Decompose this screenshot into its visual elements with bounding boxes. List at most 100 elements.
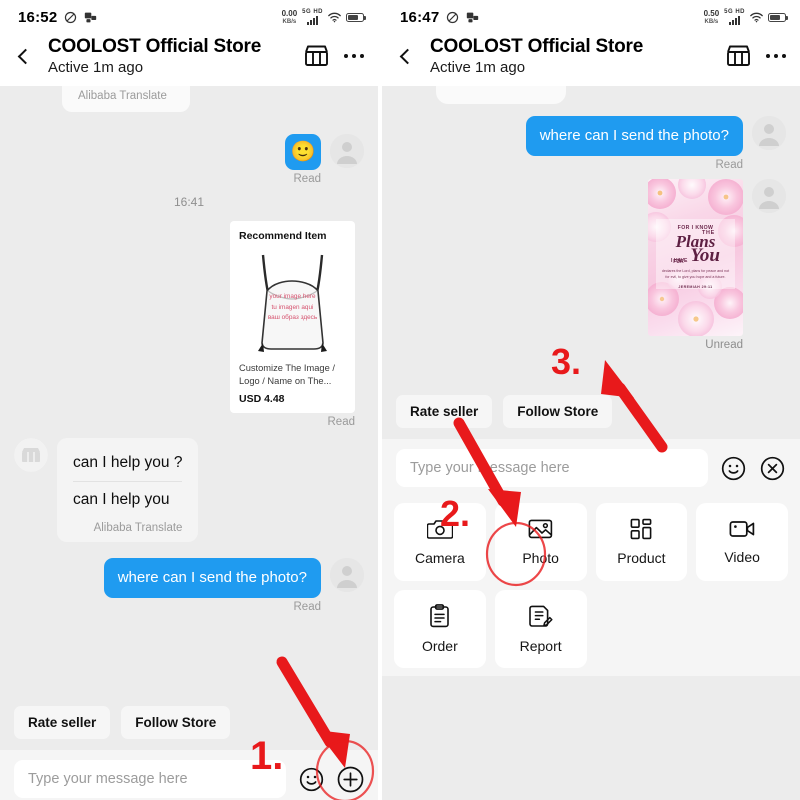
attachment-label: Photo	[522, 550, 559, 566]
video-attachment-button[interactable]: Video	[696, 503, 788, 581]
translate-label: Alibaba Translate	[78, 90, 167, 102]
follow-store-button[interactable]: Follow Store	[121, 706, 231, 739]
status-bar-left: 16:47	[400, 9, 479, 26]
read-status: Read	[327, 415, 356, 428]
user-message[interactable]: where can I send the photo? Read	[525, 116, 743, 171]
message-row-emoji: 🙂 Read	[0, 134, 378, 185]
product-image: your image here tu imagen aqui ваш образ…	[239, 245, 346, 357]
read-status: Read	[293, 600, 322, 613]
store-icon[interactable]	[303, 44, 330, 68]
attachment-label: Video	[724, 549, 760, 565]
plus-circle-icon[interactable]	[337, 766, 364, 793]
message-row-user-text: where can I send the photo? Read	[382, 116, 800, 171]
user-text-bubble: where can I send the photo?	[103, 557, 321, 598]
close-circle-icon[interactable]	[759, 455, 786, 482]
message-row-product: Recommend Item your image here tu imagen…	[0, 221, 378, 428]
header-titles: COOLOST Official Store Active 1m ago	[426, 36, 721, 76]
left-phone-screen: 16:52 0.00 KB/s 5G HD COOLOST Official S…	[0, 0, 378, 800]
attachment-label: Camera	[414, 550, 465, 566]
order-attachment-button[interactable]: Order	[394, 590, 486, 668]
avatar	[752, 179, 786, 213]
product-image-text-line: ваш образ здесь	[267, 314, 318, 322]
right-message-list[interactable]: where can I send the photo? Read FOR I K…	[382, 86, 800, 386]
smiley-icon[interactable]	[720, 455, 747, 482]
user-text-bubble: where can I send the photo?	[525, 116, 743, 156]
wifi-icon	[328, 12, 341, 22]
user-message[interactable]: where can I send the photo? Read	[103, 557, 322, 613]
message-row-partial: Alibaba Translate	[0, 86, 378, 112]
report-attachment-button[interactable]: Report	[494, 590, 587, 668]
signal-icon: 5G HD	[302, 9, 323, 25]
product-price: USD 4.48	[239, 392, 285, 405]
left-chat-header: COOLOST Official Store Active 1m ago	[0, 34, 378, 86]
photo-text-line: JEREMIAH 29:11	[678, 284, 713, 289]
message-input[interactable]: Type your message here	[14, 760, 286, 798]
photo-icon	[528, 519, 553, 539]
back-button[interactable]	[392, 39, 422, 73]
more-options-icon[interactable]	[765, 53, 786, 59]
product-attachment-button[interactable]: Product	[595, 503, 688, 581]
emoji-message[interactable]: 🙂 Read	[285, 134, 321, 185]
sent-photo-message[interactable]: FOR I KNOW THE Plans I HAVE You FOR decl…	[648, 179, 743, 351]
message-row-seller-text: can I help you ? can I help you Alibaba …	[0, 437, 378, 542]
status-bar-left: 16:52	[18, 9, 97, 26]
data-rate-indicator: 0.50 KB/s	[703, 8, 720, 25]
product-card-message[interactable]: Recommend Item your image here tu imagen…	[230, 221, 355, 428]
store-icon[interactable]	[725, 44, 752, 68]
more-options-icon[interactable]	[343, 53, 364, 59]
back-button[interactable]	[10, 39, 40, 73]
attachment-empty-slot	[596, 590, 688, 668]
smiley-icon[interactable]	[298, 766, 325, 793]
emoji-bubble: 🙂	[285, 134, 321, 170]
status-bar-right: 0.00 KB/s 5G HD	[281, 8, 366, 25]
follow-store-button[interactable]: Follow Store	[503, 395, 613, 428]
rate-seller-button[interactable]: Rate seller	[14, 706, 111, 739]
photo-attachment-preview[interactable]: FOR I KNOW THE Plans I HAVE You FOR decl…	[648, 179, 743, 336]
battery-icon	[768, 12, 788, 22]
status-bar-right: 0.50 KB/s 5G HD	[703, 8, 788, 25]
photo-text-line: declares the Lord, plans for peace and n…	[661, 269, 730, 280]
left-message-list[interactable]: Alibaba Translate 🙂 Read 16:41 Recommend…	[0, 86, 378, 697]
screen-record-icon	[85, 12, 97, 22]
attachment-grid: Camera Photo Product Video Order Report	[394, 503, 788, 668]
left-status-bar: 16:52 0.00 KB/s 5G HD	[0, 0, 378, 34]
product-image-text-line: tu imagen aqui	[271, 303, 314, 311]
video-icon	[729, 521, 755, 537]
avatar	[752, 116, 786, 150]
status-time: 16:52	[18, 8, 58, 26]
message-input[interactable]: Type your message here	[396, 449, 708, 487]
attachment-label: Report	[519, 638, 562, 654]
avatar	[330, 557, 364, 592]
right-input-bar: Type your message here	[382, 439, 800, 497]
attachment-label: Product	[617, 550, 666, 566]
message-line: can I help you ?	[73, 453, 183, 471]
product-card[interactable]: Recommend Item your image here tu imagen…	[230, 221, 355, 413]
signal-icon: 5G HD	[724, 9, 745, 25]
photo-attachment-button[interactable]: Photo	[494, 503, 587, 581]
header-actions	[725, 44, 786, 68]
product-icon	[630, 518, 652, 540]
translate-label: Alibaba Translate	[93, 521, 183, 534]
message-row-user-text: where can I send the photo? Read	[0, 557, 378, 613]
store-activity-status: Active 1m ago	[430, 59, 526, 76]
header-actions	[303, 44, 364, 68]
dual-screenshot-container: 16:52 0.00 KB/s 5G HD COOLOST Official S…	[0, 0, 800, 800]
read-status: Read	[293, 173, 322, 185]
screen-record-icon	[467, 12, 479, 22]
camera-icon	[426, 520, 453, 539]
wifi-icon	[750, 12, 763, 22]
right-chat-header: COOLOST Official Store Active 1m ago	[382, 34, 800, 86]
product-card-title: Recommend Item	[239, 230, 327, 242]
message-timestamp: 16:41	[173, 195, 205, 209]
header-titles: COOLOST Official Store Active 1m ago	[44, 36, 299, 76]
attachment-panel: Camera Photo Product Video Order Report	[382, 497, 800, 676]
camera-attachment-button[interactable]: Camera	[394, 503, 486, 581]
store-name: COOLOST Official Store	[430, 36, 644, 57]
attachment-label: Order	[421, 638, 458, 654]
seller-message[interactable]: can I help you ? can I help you Alibaba …	[57, 437, 199, 542]
report-icon	[528, 605, 553, 627]
data-rate-indicator: 0.00 KB/s	[281, 8, 298, 25]
rate-seller-button[interactable]: Rate seller	[396, 395, 493, 428]
avatar	[330, 134, 364, 168]
chevron-left-icon	[17, 48, 33, 64]
